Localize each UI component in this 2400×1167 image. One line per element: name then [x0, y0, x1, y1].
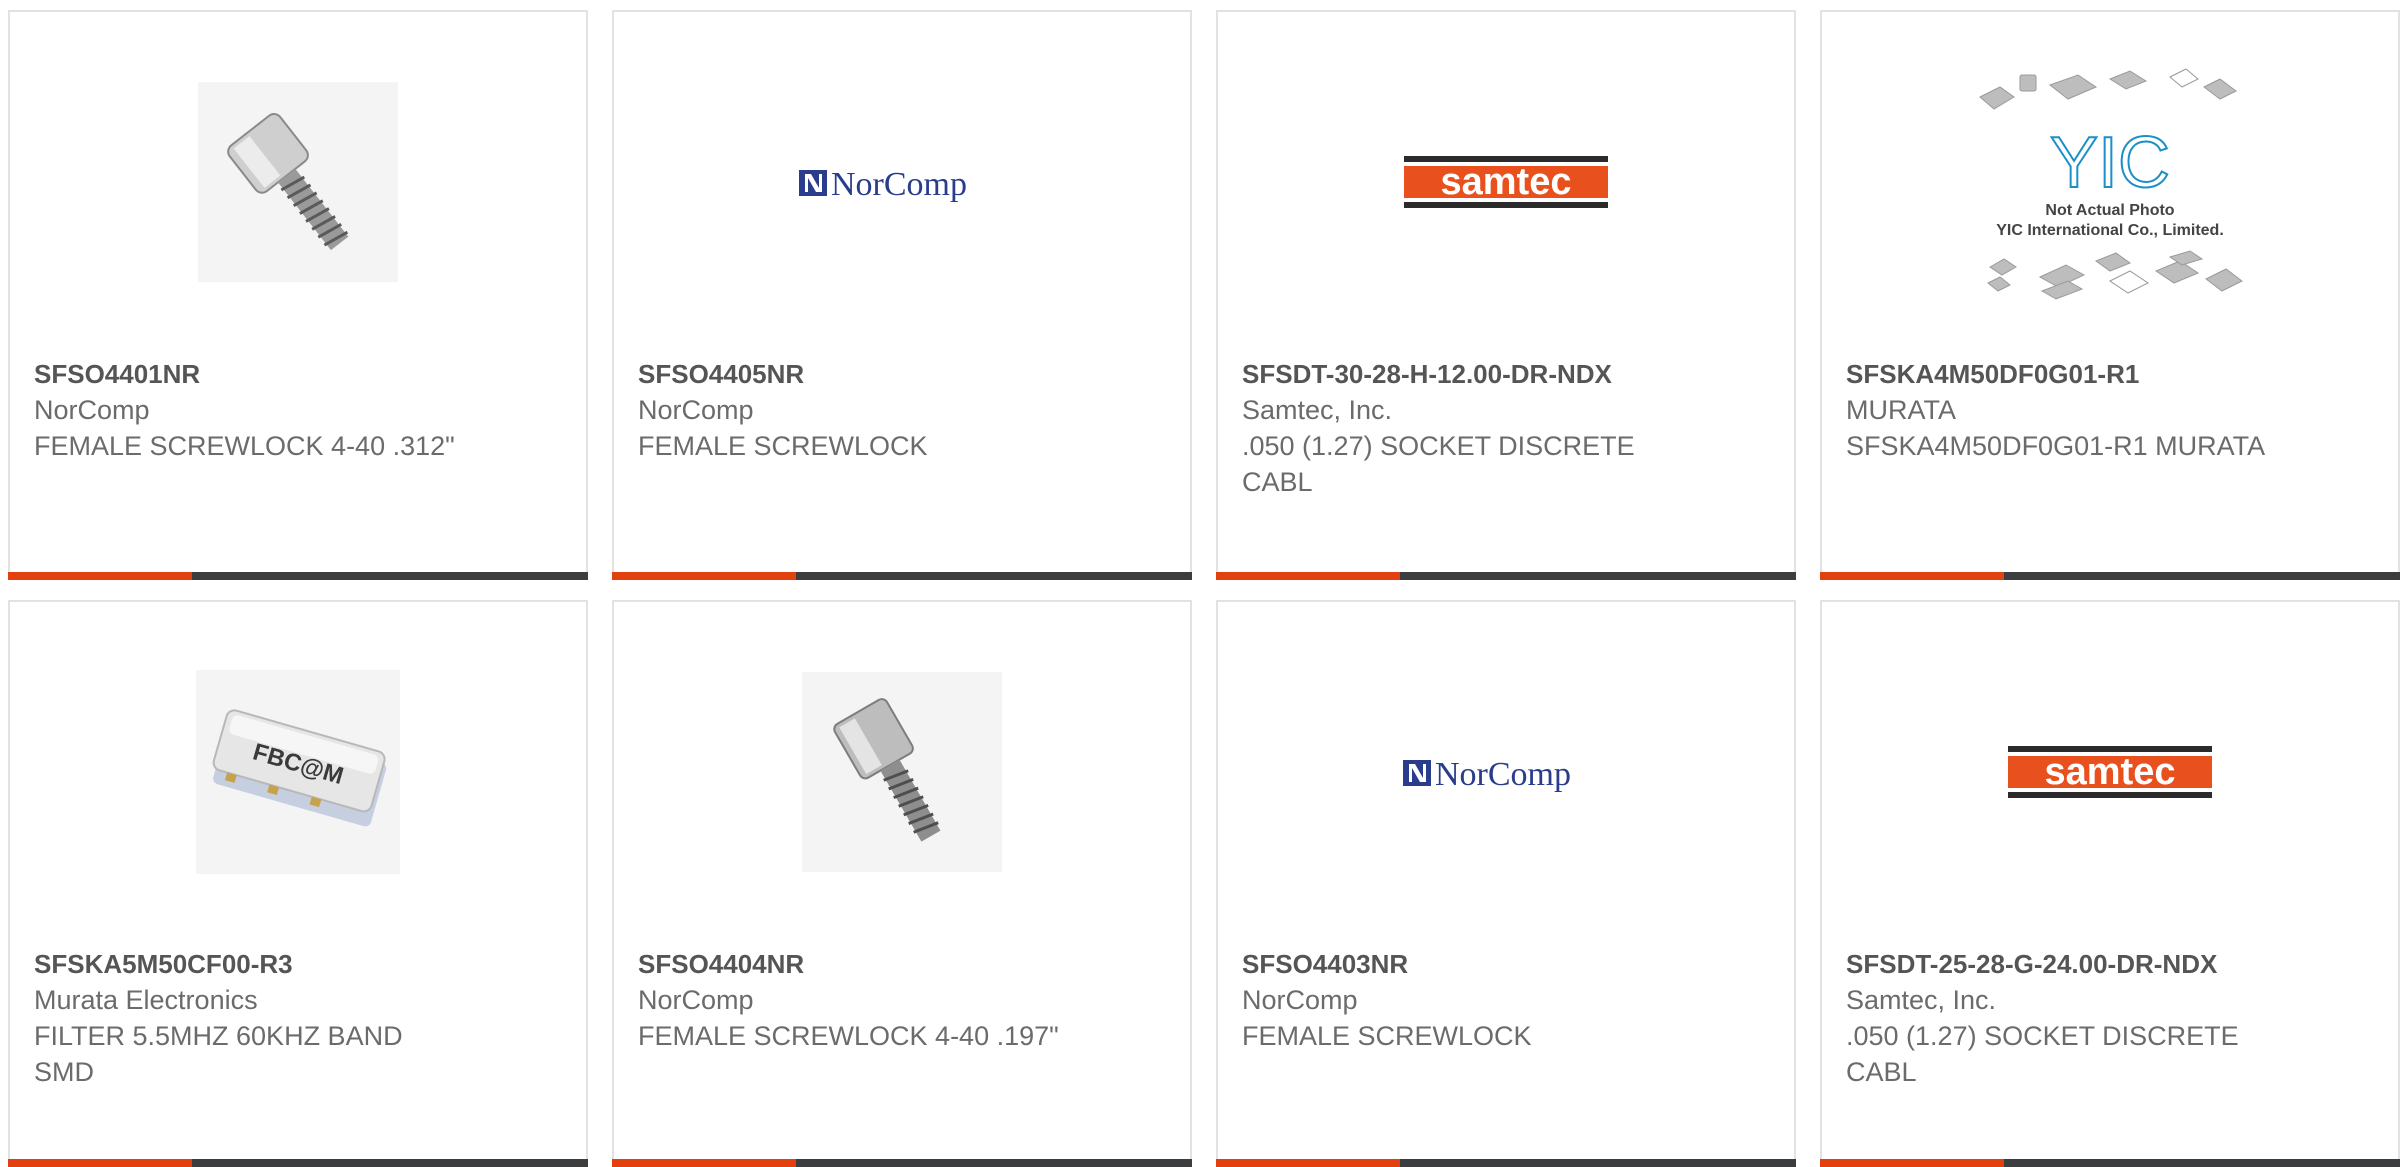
card-accent-bar — [8, 572, 588, 580]
samtec-logo-icon: samtec — [1404, 152, 1608, 212]
manufacturer: MURATA — [1846, 395, 1956, 425]
svg-text:YIC International Co., Limited: YIC International Co., Limited. — [1996, 222, 2224, 239]
card-accent-bar — [1820, 572, 2400, 580]
part-number[interactable]: SFSO4405NR — [638, 356, 1170, 392]
manufacturer: Samtec, Inc. — [1846, 985, 1997, 1015]
card-accent-bar — [8, 1159, 588, 1167]
card-accent-bar — [1216, 1159, 1796, 1167]
samtec-logo-icon: samtec — [2008, 742, 2212, 802]
part-number[interactable]: SFSDT-25-28-G-24.00-DR-NDX — [1846, 946, 2378, 982]
description: FEMALE SCREWLOCK 4-40 .197" — [638, 1021, 1059, 1051]
product-image[interactable]: YIC Not Actual Photo YIC International C… — [1822, 12, 2398, 352]
description: FILTER 5.5MHZ 60KHZ BAND SMD — [34, 1021, 403, 1087]
description: .050 (1.27) SOCKET DISCRETE CABL — [1846, 1021, 2239, 1087]
norcomp-logo-icon: NorComp — [1403, 756, 1571, 792]
product-card[interactable]: samtec SFSDT-25-28-G-24.00-DR-NDX Samtec… — [1820, 600, 2400, 1167]
part-number[interactable]: SFSDT-30-28-H-12.00-DR-NDX — [1242, 356, 1774, 392]
svg-text:samtec: samtec — [2045, 751, 2176, 793]
description: FEMALE SCREWLOCK 4-40 .312" — [34, 431, 455, 461]
product-card[interactable]: NorComp SFSO4405NR NorComp FEMALE SCREWL… — [612, 10, 1192, 580]
product-image[interactable] — [614, 602, 1190, 942]
manufacturer: NorComp — [638, 985, 754, 1015]
part-number[interactable]: SFSO4401NR — [34, 356, 566, 392]
product-image[interactable] — [10, 12, 586, 352]
description: FEMALE SCREWLOCK — [638, 431, 928, 461]
manufacturer: Samtec, Inc. — [1242, 395, 1393, 425]
card-accent-bar — [612, 1159, 1192, 1167]
product-grid: SFSO4401NR NorComp FEMALE SCREWLOCK 4-40… — [0, 0, 2400, 1167]
screwlock-photo-icon — [802, 672, 1002, 872]
product-card[interactable]: NorComp SFSO4403NR NorComp FEMALE SCREWL… — [1216, 600, 1796, 1167]
card-accent-bar — [612, 572, 1192, 580]
svg-text:YIC: YIC — [2050, 123, 2170, 203]
svg-text:Not Actual Photo: Not Actual Photo — [2045, 202, 2174, 219]
screwlock-photo-icon — [198, 82, 398, 282]
svg-text:NorComp: NorComp — [831, 166, 967, 202]
product-image[interactable]: NorComp — [614, 12, 1190, 352]
part-number[interactable]: SFSO4404NR — [638, 946, 1170, 982]
product-image[interactable]: FBC@M — [10, 602, 586, 942]
description: FEMALE SCREWLOCK — [1242, 1021, 1532, 1051]
description: .050 (1.27) SOCKET DISCRETE CABL — [1242, 431, 1635, 497]
manufacturer: NorComp — [34, 395, 150, 425]
product-card[interactable]: SFSO4401NR NorComp FEMALE SCREWLOCK 4-40… — [8, 10, 588, 580]
svg-text:NorComp: NorComp — [1435, 756, 1571, 792]
card-accent-bar — [1216, 572, 1796, 580]
card-accent-bar — [1820, 1159, 2400, 1167]
manufacturer: NorComp — [1242, 985, 1358, 1015]
product-card[interactable]: YIC Not Actual Photo YIC International C… — [1820, 10, 2400, 580]
product-image[interactable]: samtec — [1822, 602, 2398, 942]
manufacturer: Murata Electronics — [34, 985, 258, 1015]
part-number[interactable]: SFSKA4M50DF0G01-R1 — [1846, 356, 2378, 392]
part-number[interactable]: SFSKA5M50CF00-R3 — [34, 946, 566, 982]
product-image[interactable]: samtec — [1218, 12, 1794, 352]
manufacturer: NorComp — [638, 395, 754, 425]
product-card[interactable]: samtec SFSDT-30-28-H-12.00-DR-NDX Samtec… — [1216, 10, 1796, 580]
filter-photo-icon: FBC@M — [196, 670, 400, 874]
part-number[interactable]: SFSO4403NR — [1242, 946, 1774, 982]
product-card[interactable]: SFSO4404NR NorComp FEMALE SCREWLOCK 4-40… — [612, 600, 1192, 1167]
description: SFSKA4M50DF0G01-R1 MURATA — [1846, 431, 2266, 461]
norcomp-logo-icon: NorComp — [799, 166, 967, 202]
product-image[interactable]: NorComp — [1218, 602, 1794, 942]
yic-placeholder-icon: YIC Not Actual Photo YIC International C… — [1979, 68, 2243, 300]
product-card[interactable]: FBC@M SFSKA5M50CF00-R3 Murata Electronic… — [8, 600, 588, 1167]
svg-text:samtec: samtec — [1441, 161, 1572, 203]
